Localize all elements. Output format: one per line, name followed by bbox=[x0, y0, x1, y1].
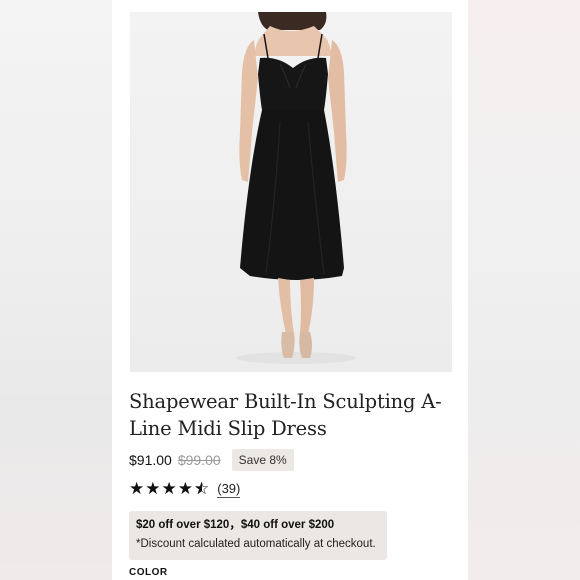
star-full-icon: ★ bbox=[177, 479, 193, 498]
rating-row[interactable]: ★ ★ ★ ★ ☆★ (39) bbox=[129, 480, 241, 498]
dress-illustration bbox=[236, 12, 356, 364]
price-row: $91.00 $99.00 Save 8% bbox=[129, 448, 294, 472]
star-full-icon: ★ bbox=[145, 479, 161, 498]
promo-offer: $20 off over $120，$40 off over $200 bbox=[136, 519, 335, 531]
original-price: $99.00 bbox=[177, 452, 221, 468]
star-rating: ★ ★ ★ ★ ☆★ bbox=[129, 480, 210, 498]
promo-banner: $20 off over $120，$40 off over $200 *Dis… bbox=[129, 511, 387, 560]
save-badge: Save 8% bbox=[231, 449, 294, 471]
star-full-icon: ★ bbox=[161, 479, 177, 498]
background-right bbox=[468, 0, 580, 580]
product-title: Shapewear Built-In Sculpting A-Line Midi… bbox=[129, 390, 442, 440]
background-left bbox=[0, 0, 112, 580]
product-image[interactable] bbox=[130, 12, 452, 372]
product-page: Shapewear Built-In Sculpting A-Line Midi… bbox=[112, 0, 468, 580]
promo-note: *Discount calculated automatically at ch… bbox=[136, 538, 376, 550]
color-label: COLOR bbox=[129, 567, 168, 578]
star-full-icon: ★ bbox=[129, 479, 145, 498]
star-half-icon: ☆★ bbox=[194, 479, 210, 498]
review-count-link[interactable]: (39) bbox=[217, 481, 241, 498]
current-price: $91.00 bbox=[129, 452, 172, 468]
